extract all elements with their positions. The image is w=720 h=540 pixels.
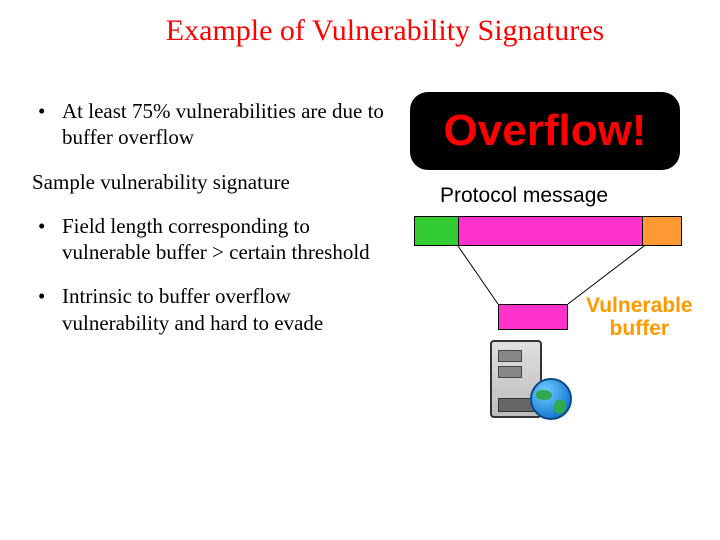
vuln-label-line2: buffer (586, 317, 693, 340)
content-columns: • At least 75% vulnerabilities are due t… (0, 98, 720, 354)
bullet-text: At least 75% vulnerabilities are due to … (62, 98, 390, 151)
segment-pink (459, 217, 643, 245)
segment-green (415, 217, 459, 245)
vulnerable-buffer-label: Vulnerable buffer (586, 294, 693, 340)
vuln-label-line1: Vulnerable (586, 294, 693, 317)
protocol-message-label: Protocol message (440, 184, 608, 208)
slide-title: Example of Vulnerability Signatures (0, 0, 720, 48)
overflow-callout: Overflow! (410, 92, 680, 170)
bullet-text: Field length corresponding to vulnerable… (62, 213, 390, 266)
bullet-2: • Field length corresponding to vulnerab… (32, 213, 390, 266)
globe-icon (530, 378, 572, 420)
protocol-message-bar (414, 216, 682, 246)
bullet-text: Intrinsic to buffer overflow vulnerabili… (62, 283, 390, 336)
subheading: Sample vulnerability signature (32, 169, 390, 195)
left-column: • At least 75% vulnerabilities are due t… (0, 98, 390, 354)
bullet-dot: • (32, 98, 62, 151)
bullet-1: • At least 75% vulnerabilities are due t… (32, 98, 390, 151)
bullet-3: • Intrinsic to buffer overflow vulnerabi… (32, 283, 390, 336)
overflow-text: Overflow! (444, 106, 647, 156)
segment-orange (643, 217, 681, 245)
bullet-dot: • (32, 283, 62, 336)
server-globe-icon (490, 334, 580, 424)
bullet-dot: • (32, 213, 62, 266)
right-column: Overflow! Protocol message Vulnerable bu… (390, 98, 720, 354)
vulnerable-buffer-bar (498, 304, 568, 330)
